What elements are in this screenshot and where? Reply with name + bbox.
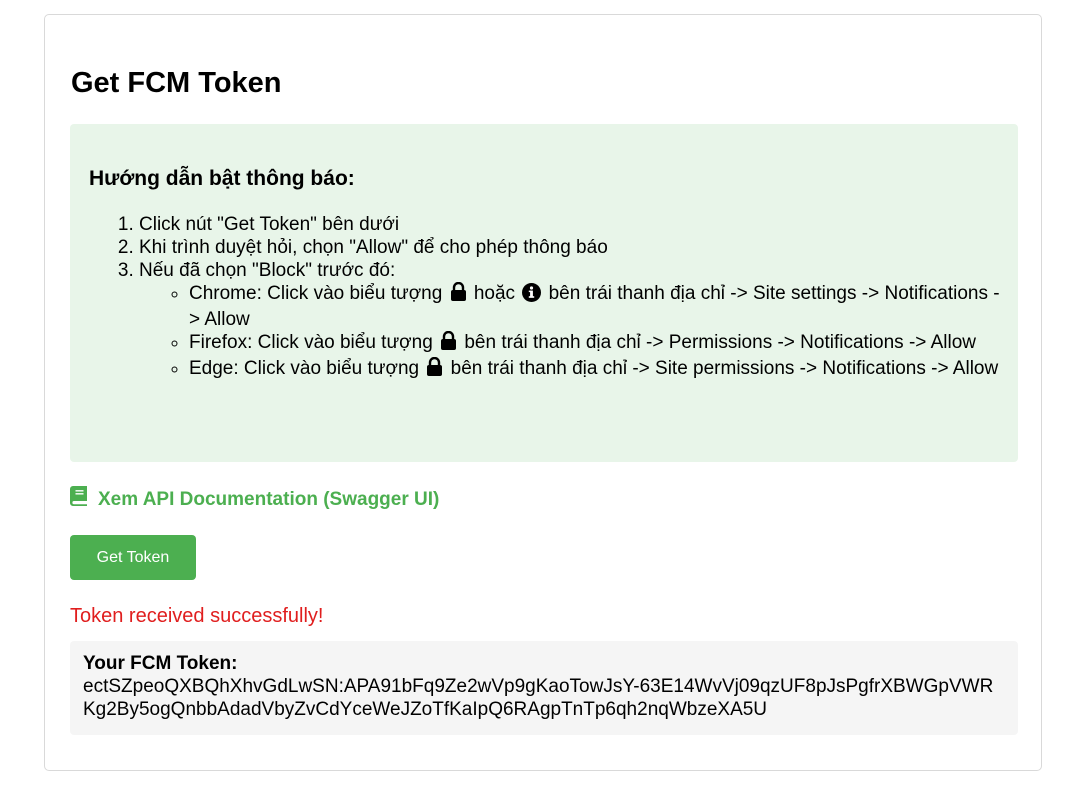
- api-docs-link[interactable]: Xem API Documentation (Swagger UI): [70, 486, 439, 513]
- main-card: Get FCM Token Hướng dẫn bật thông báo: C…: [44, 14, 1042, 771]
- browser-item-edge: Edge: Click vào biểu tượng bên trái than…: [189, 356, 1000, 383]
- page-title: Get FCM Token: [71, 67, 282, 99]
- book-icon: [70, 486, 87, 513]
- api-docs-label: Xem API Documentation (Swagger UI): [98, 488, 440, 510]
- lock-icon: [450, 281, 467, 308]
- step-text: Khi trình duyệt hỏi, chọn "Allow" để cho…: [139, 237, 608, 258]
- step-text: Nếu đã chọn "Block" trước đó:: [139, 260, 396, 281]
- step-item: Click nút "Get Token" bên dưới: [139, 213, 1000, 236]
- browser-item-firefox: Firefox: Click vào biểu tượng bên trái t…: [189, 330, 1000, 357]
- browser-list: Chrome: Click vào biểu tượng hoặc bên tr…: [139, 281, 1000, 383]
- token-value: ectSZpeoQXBQhXhvGdLwSN:APA91bFq9Ze2wVp9g…: [83, 676, 994, 720]
- step-item: Nếu đã chọn "Block" trước đó: Chrome: Cl…: [139, 259, 1000, 383]
- firefox-text-before: Firefox: Click vào biểu tượng: [189, 332, 433, 353]
- token-label: Your FCM Token:: [83, 653, 238, 674]
- info-circle-icon: [522, 283, 542, 308]
- chrome-text-before: Chrome: Click vào biểu tượng: [189, 283, 443, 304]
- instructions-panel: Hướng dẫn bật thông báo: Click nút "Get …: [70, 124, 1018, 462]
- edge-text-after: bên trái thanh địa chỉ -> Site permissio…: [450, 358, 999, 379]
- get-token-button[interactable]: Get Token: [70, 535, 196, 580]
- status-message: Token received successfully!: [70, 605, 324, 627]
- instructions-heading: Hướng dẫn bật thông báo:: [89, 167, 355, 190]
- browser-item-chrome: Chrome: Click vào biểu tượng hoặc bên tr…: [189, 281, 1000, 331]
- edge-text-before: Edge: Click vào biểu tượng: [189, 358, 420, 379]
- firefox-text-after: bên trái thanh địa chỉ -> Permissions ->…: [464, 332, 976, 353]
- lock-icon: [440, 330, 457, 357]
- steps-list: Click nút "Get Token" bên dưới Khi trình…: [70, 213, 1000, 383]
- lock-icon: [426, 356, 443, 383]
- step-text: Click nút "Get Token" bên dưới: [139, 214, 400, 235]
- step-item: Khi trình duyệt hỏi, chọn "Allow" để cho…: [139, 236, 1000, 259]
- token-panel: Your FCM Token: ectSZpeoQXBQhXhvGdLwSN:A…: [70, 641, 1018, 735]
- chrome-text-middle: hoặc: [473, 283, 516, 304]
